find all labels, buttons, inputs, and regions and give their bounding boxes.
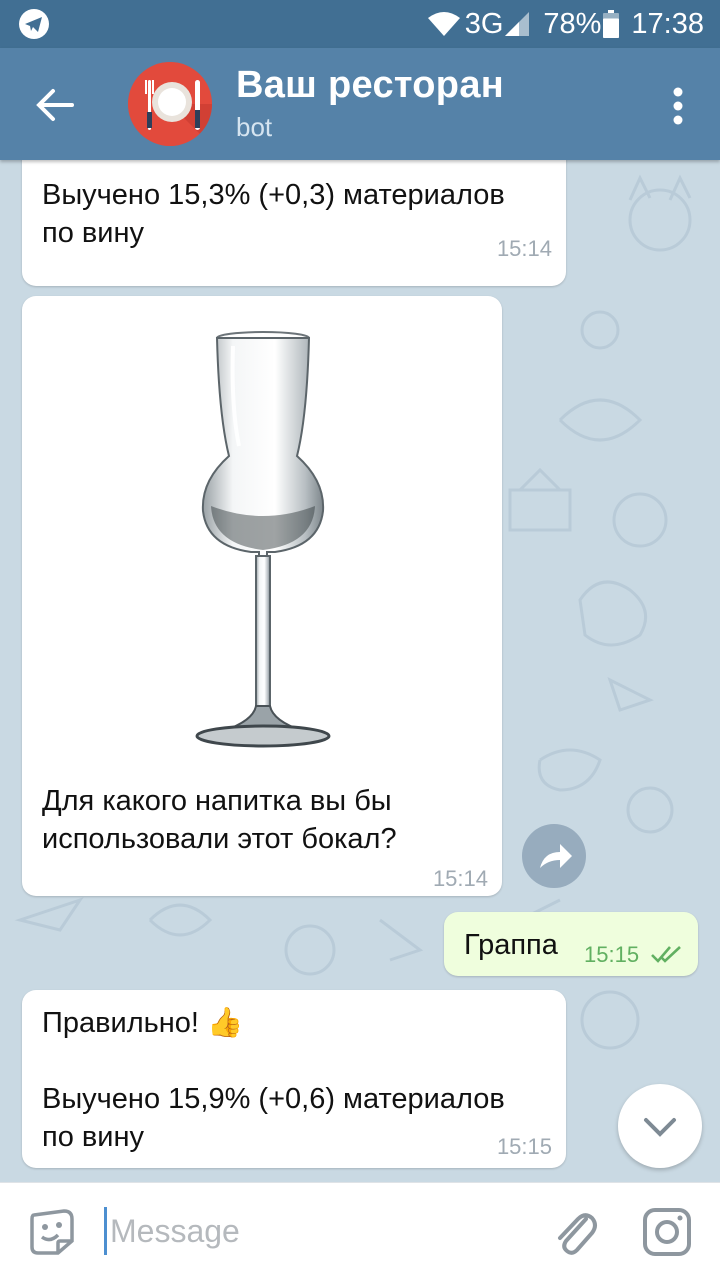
battery-icon <box>603 10 620 38</box>
message-list[interactable]: Выучено 15,3% (+0,3) материалов по вину … <box>0 160 720 1182</box>
incoming-message[interactable]: Выучено 15,3% (+0,3) материалов по вину … <box>22 160 566 286</box>
attach-icon[interactable] <box>552 1205 598 1257</box>
message-text: Выучено 15,3% (+0,3) материалов по вину <box>42 179 505 249</box>
message-text: Правильно! 👍 Выучено 15,9% (+0,6) матери… <box>42 1007 505 1153</box>
outgoing-message[interactable]: Граппа 15:15 <box>444 912 698 976</box>
battery-percent: 78% <box>543 7 602 40</box>
clock: 17:38 <box>631 7 704 40</box>
back-arrow-icon[interactable] <box>32 82 78 128</box>
incoming-message[interactable]: Правильно! 👍 Выучено 15,9% (+0,6) матери… <box>22 990 566 1168</box>
chevron-down-icon <box>644 1118 676 1137</box>
network-type: 3G <box>464 7 504 40</box>
sticker-icon[interactable] <box>28 1207 78 1257</box>
more-vertical-icon[interactable] <box>672 86 684 126</box>
chat-title[interactable]: Ваш ресторан <box>236 64 504 107</box>
chat-subtitle: bot <box>236 112 273 142</box>
restaurant-avatar[interactable] <box>128 62 212 146</box>
message-text: Для какого напитка вы бы использовали эт… <box>42 785 397 855</box>
grappa-glass-image[interactable] <box>163 326 363 766</box>
message-time: 15:15 <box>584 942 640 967</box>
scroll-down-button[interactable] <box>618 1084 702 1168</box>
message-input[interactable] <box>110 1203 530 1259</box>
message-time: 15:15 <box>496 1134 552 1159</box>
message-time: 15:14 <box>432 866 488 891</box>
wifi-icon <box>427 12 460 36</box>
message-time: 15:14 <box>496 236 552 261</box>
forward-icon <box>540 844 572 868</box>
chat-header: Ваш ресторан bot <box>0 48 720 160</box>
plate-cutlery-icon <box>128 62 212 146</box>
composer <box>0 1182 720 1281</box>
forward-button[interactable] <box>522 824 586 888</box>
telegram-icon <box>19 9 49 39</box>
camera-icon[interactable] <box>642 1207 692 1257</box>
signal-icon <box>505 12 530 36</box>
read-checks-icon <box>651 946 681 963</box>
status-bar: 3G 78% 17:38 <box>0 0 720 48</box>
message-text: Граппа <box>464 929 558 961</box>
text-cursor <box>104 1207 107 1255</box>
incoming-photo-message[interactable]: Для какого напитка вы бы использовали эт… <box>22 296 502 896</box>
